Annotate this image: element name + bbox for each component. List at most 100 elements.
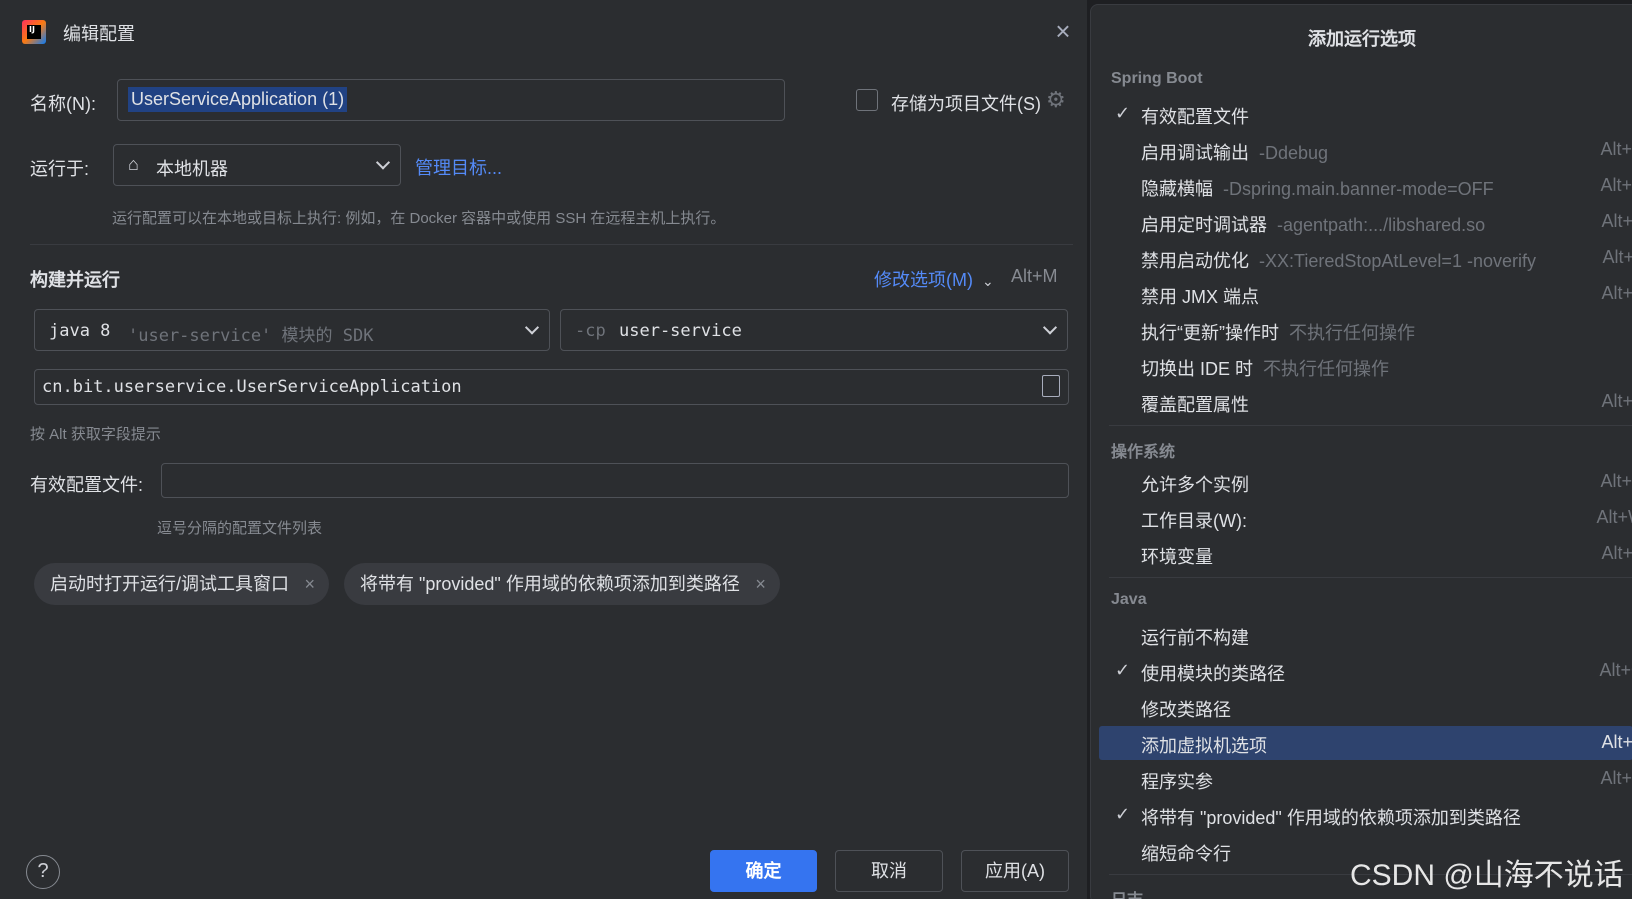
cancel-button[interactable]: 取消 bbox=[835, 850, 943, 892]
option-label: 切换出 IDE 时不执行任何操作 bbox=[1141, 359, 1390, 379]
add-run-options-popup: 添加运行选项 Spring Boot ✓ 有效配置文件 启用调试输出 -Ddebu… bbox=[1090, 4, 1632, 899]
option-label: 隐藏横幅 -Dspring.main.banner-mode=OFF bbox=[1141, 179, 1494, 199]
apply-button[interactable]: 应用(A) bbox=[961, 850, 1069, 892]
check-icon: ✓ bbox=[1115, 103, 1131, 123]
option-label: 缩短命令行 bbox=[1141, 844, 1231, 864]
option-enable-timing-debugger[interactable]: 启用定时调试器-agentpath:.../libshared.so Alt+S bbox=[1099, 205, 1632, 239]
main-class-input[interactable]: cn.bit.userservice.UserServiceApplicatio… bbox=[34, 369, 1069, 405]
active-profiles-label: 有效配置文件: bbox=[30, 475, 144, 495]
option-shortcut: Alt+Z bbox=[1602, 247, 1632, 267]
group-java: Java bbox=[1111, 591, 1147, 608]
option-add-vm-options[interactable]: 添加虚拟机选项 Alt+V bbox=[1099, 726, 1632, 760]
classpath-module-dropdown[interactable]: -cp user-service bbox=[560, 309, 1068, 351]
option-label: 添加虚拟机选项 bbox=[1141, 736, 1267, 756]
option-on-update-action[interactable]: 执行“更新”操作时不执行任何操作 › bbox=[1099, 313, 1632, 347]
option-label: 启用定时调试器 -agentpath:.../libshared.so bbox=[1141, 215, 1486, 235]
dialog-titlebar: IJ 编辑配置 × bbox=[0, 0, 1088, 64]
group-logs: 日志 bbox=[1111, 886, 1143, 899]
option-label: 覆盖配置属性 bbox=[1141, 395, 1249, 415]
modify-options-link[interactable]: 修改选项(M) ⌄ bbox=[874, 266, 994, 292]
name-input[interactable]: UserServiceApplication (1) bbox=[117, 79, 785, 121]
browse-class-icon[interactable] bbox=[1042, 375, 1060, 397]
option-add-provided-dependencies[interactable]: ✓ 将带有 "provided" 作用域的依赖项添加到类路径 bbox=[1099, 798, 1632, 832]
chip-label: 启动时打开运行/调试工具窗口 bbox=[50, 574, 289, 594]
alt-hint: 按 Alt 获取字段提示 bbox=[30, 426, 161, 443]
dialog-title: 编辑配置 bbox=[63, 24, 135, 44]
option-hide-banner[interactable]: 隐藏横幅-Dspring.main.banner-mode=OFF Alt+H bbox=[1099, 169, 1632, 203]
gear-icon[interactable]: ⚙ bbox=[1046, 88, 1070, 112]
option-override-properties[interactable]: 覆盖配置属性 Alt+P bbox=[1099, 385, 1632, 419]
option-label: 允许多个实例 bbox=[1141, 475, 1249, 495]
run-on-value: 本地机器 bbox=[156, 159, 228, 179]
group-operating-system: 操作系统 bbox=[1111, 444, 1176, 461]
remove-chip-icon[interactable]: × bbox=[755, 563, 766, 605]
option-disable-jmx[interactable]: 禁用 JMX 端点 Alt+X bbox=[1099, 277, 1632, 311]
option-label: 运行前不构建 bbox=[1141, 628, 1249, 648]
option-label: 有效配置文件 bbox=[1141, 107, 1249, 127]
option-label: 使用模块的类路径 bbox=[1141, 664, 1285, 684]
group-spring-boot: Spring Boot bbox=[1111, 70, 1203, 87]
option-active-profiles[interactable]: ✓ 有效配置文件 bbox=[1099, 97, 1632, 131]
run-on-dropdown[interactable]: ⌂ 本地机器 bbox=[113, 144, 401, 186]
jdk-dropdown[interactable]: java 8 'user-service' 模块的 SDK bbox=[34, 309, 550, 351]
chevron-down-icon bbox=[524, 320, 540, 335]
check-icon: ✓ bbox=[1115, 804, 1131, 824]
separator bbox=[30, 244, 1073, 245]
option-label: 工作目录(W): bbox=[1141, 511, 1247, 531]
cp-value: user-service bbox=[619, 321, 742, 341]
option-label: 禁用 JMX 端点 bbox=[1141, 287, 1260, 307]
run-on-label: 运行于: bbox=[30, 159, 90, 179]
run-on-hint: 运行配置可以在本地或目标上执行: 例如，在 Docker 容器中或使用 SSH … bbox=[112, 210, 726, 227]
active-profiles-input[interactable] bbox=[161, 463, 1069, 498]
option-enable-debug-output[interactable]: 启用调试输出-Ddebug Alt+D bbox=[1099, 133, 1632, 167]
option-program-arguments[interactable]: 程序实参 Alt+R bbox=[1099, 762, 1632, 796]
name-input-value: UserServiceApplication (1) bbox=[128, 87, 348, 112]
chip-open-run-debug-window[interactable]: 启动时打开运行/调试工具窗口 × bbox=[34, 563, 329, 605]
option-use-module-classpath[interactable]: ✓ 使用模块的类路径 Alt+O bbox=[1099, 654, 1632, 688]
separator bbox=[1109, 577, 1632, 578]
option-environment-variables[interactable]: 环境变量 Alt+E bbox=[1099, 537, 1632, 571]
option-modify-classpath[interactable]: 修改类路径 bbox=[1099, 690, 1632, 724]
remove-chip-icon[interactable]: × bbox=[304, 563, 315, 605]
active-profiles-hint: 逗号分隔的配置文件列表 bbox=[157, 520, 323, 537]
option-shortcut: Alt+V bbox=[1601, 732, 1632, 752]
popup-title: 添加运行选项 bbox=[1308, 29, 1416, 49]
jdk-value: java 8 bbox=[49, 321, 111, 341]
manage-targets-link[interactable]: 管理目标... bbox=[415, 154, 502, 180]
jdk-hint: 'user-service' 模块的 SDK bbox=[128, 326, 374, 346]
chip-add-provided-dependencies[interactable]: 将带有 "provided" 作用域的依赖项添加到类路径 × bbox=[344, 563, 780, 605]
cp-prefix: -cp bbox=[575, 321, 606, 341]
option-shortcut: Alt+D bbox=[1600, 139, 1632, 159]
modify-options-label: 修改选项(M) bbox=[874, 270, 973, 290]
option-disable-launch-optimization[interactable]: 禁用启动优化 -XX:TieredStopAtLevel=1 -noverify … bbox=[1099, 241, 1632, 275]
option-on-frame-deactivation[interactable]: 切换出 IDE 时不执行任何操作 › bbox=[1099, 349, 1632, 383]
store-as-project-file-checkbox[interactable] bbox=[856, 89, 878, 111]
modify-options-shortcut: Alt+M bbox=[1011, 266, 1058, 286]
option-do-not-build-before-run[interactable]: 运行前不构建 bbox=[1099, 618, 1632, 652]
help-icon[interactable]: ? bbox=[26, 855, 60, 889]
option-shortcut: Alt+E bbox=[1601, 543, 1632, 563]
separator bbox=[1109, 425, 1632, 426]
chevron-down-icon bbox=[375, 155, 391, 170]
option-label: 启用调试输出 -Ddebug bbox=[1141, 143, 1329, 163]
option-shortcut: Alt+R bbox=[1600, 768, 1632, 788]
option-label: 环境变量 bbox=[1141, 547, 1213, 567]
intellij-logo-icon: IJ bbox=[22, 20, 46, 44]
option-label: 修改类路径 bbox=[1141, 700, 1231, 720]
option-shortcut: Alt+X bbox=[1601, 283, 1632, 303]
option-shortcut: Alt+U bbox=[1600, 471, 1632, 491]
edit-configuration-dialog: IJ 编辑配置 × 名称(N): UserServiceApplication … bbox=[0, 0, 1088, 899]
chevron-down-icon bbox=[1042, 320, 1058, 335]
store-as-project-file-label: 存储为项目文件(S) bbox=[891, 94, 1041, 114]
chevron-down-icon: ⌄ bbox=[982, 273, 994, 289]
close-icon[interactable]: × bbox=[1052, 18, 1074, 44]
option-shortcut: Alt+H bbox=[1600, 175, 1632, 195]
option-working-directory[interactable]: 工作目录(W): Alt+W bbox=[1099, 501, 1632, 535]
ok-button[interactable]: 确定 bbox=[710, 850, 817, 892]
option-shortcut: Alt+W bbox=[1596, 507, 1632, 527]
option-shortcut: Alt+S bbox=[1601, 211, 1632, 231]
option-label: 禁用启动优化 -XX:TieredStopAtLevel=1 -noverify bbox=[1141, 251, 1536, 271]
option-allow-multiple-instances[interactable]: 允许多个实例 Alt+U bbox=[1099, 465, 1632, 499]
option-shortcut: Alt+P bbox=[1601, 391, 1632, 411]
watermark: CSDN @山海不说话 bbox=[1350, 859, 1624, 892]
